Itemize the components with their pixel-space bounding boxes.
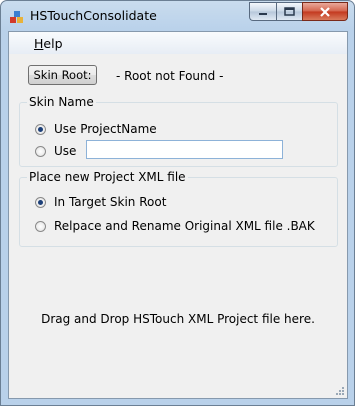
- menu-bar: Help: [9, 32, 347, 54]
- replace-rename-radio[interactable]: [35, 220, 46, 232]
- use-projectname-radio[interactable]: [35, 123, 46, 135]
- root-status-label: - Root not Found -: [116, 69, 224, 83]
- target-skin-root-label: In Target Skin Root: [54, 195, 167, 209]
- target-skin-root-option[interactable]: In Target Skin Root: [35, 195, 166, 209]
- close-button[interactable]: [302, 2, 348, 21]
- size-grip-icon[interactable]: [334, 385, 344, 395]
- close-icon: [320, 6, 330, 17]
- replace-rename-label: Relpace and Rename Original XML file .BA…: [54, 219, 315, 233]
- window-title: HSTouchConsolidate: [30, 8, 157, 23]
- app-window: HSTouchConsolidate Help Skin Root: - Roo…: [0, 0, 355, 406]
- title-bar[interactable]: HSTouchConsolidate: [1, 1, 354, 31]
- menu-help[interactable]: Help: [34, 36, 63, 51]
- form-client-area: Help Skin Root: - Root not Found - Skin …: [8, 31, 348, 399]
- use-projectname-label: Use ProjectName: [54, 122, 157, 136]
- minimize-icon: [259, 12, 267, 15]
- skin-name-group: Skin Name Use ProjectName Use: [19, 95, 338, 167]
- minimize-button[interactable]: [249, 2, 276, 21]
- skin-root-button[interactable]: Skin Root:: [28, 65, 97, 85]
- custom-skin-name-input[interactable]: [86, 140, 283, 159]
- target-skin-root-radio[interactable]: [35, 196, 46, 208]
- skin-name-legend: Skin Name: [27, 95, 96, 109]
- use-projectname-option[interactable]: Use ProjectName: [35, 122, 157, 136]
- maximize-icon: [284, 7, 295, 16]
- xml-placement-legend: Place new Project XML file: [27, 170, 188, 184]
- use-custom-option[interactable]: Use: [35, 144, 76, 158]
- maximize-button[interactable]: [276, 2, 302, 21]
- drop-zone-hint: Drag and Drop HSTouch XML Project file h…: [41, 312, 315, 326]
- xml-placement-group: Place new Project XML file In Target Ski…: [19, 170, 338, 247]
- use-custom-radio[interactable]: [35, 145, 46, 157]
- app-icon: [10, 11, 23, 23]
- use-custom-label: Use: [54, 144, 77, 158]
- replace-rename-option[interactable]: Relpace and Rename Original XML file .BA…: [35, 219, 315, 233]
- caption-buttons: [249, 2, 348, 21]
